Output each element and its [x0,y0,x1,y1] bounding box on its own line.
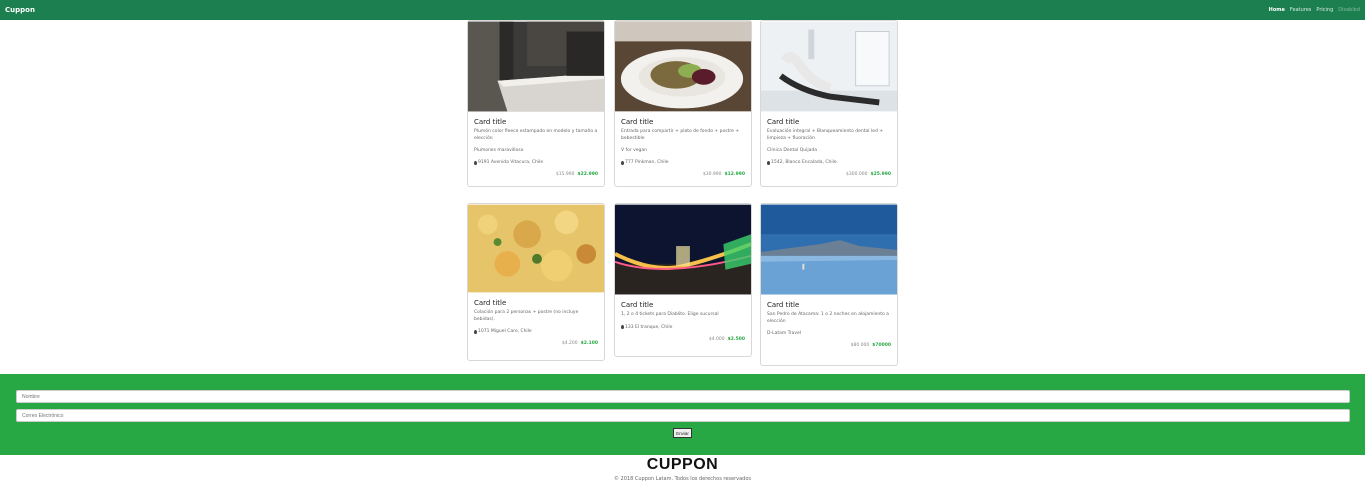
new-price: $25.990 [870,172,892,177]
coupon-card[interactable]: Card title 1, 2 o 4 tickets para Diablit… [614,203,752,357]
name-input[interactable] [16,390,1350,403]
old-price: $15.990 [555,172,575,177]
coupon-card[interactable]: Card title Entrada para compartir + plat… [614,20,752,187]
map-marker-icon [474,160,477,165]
nav-disabled: Disabled [1338,7,1360,13]
address-text: 133 El tranque, Chile [625,324,673,330]
old-price: $30.990 [702,172,722,177]
send-button[interactable]: Enviar [673,428,692,438]
coupon-card[interactable]: Card title Colación para 2 personas + po… [467,203,605,361]
card-vendor: V for vegan [621,148,648,153]
card-description: Evaluación integral + Blanqueamiento den… [767,129,884,141]
salad-plate-image [615,21,751,112]
footer-logo: CUPPON [646,456,719,473]
contact-form: Enviar [0,374,1365,455]
nav-pricing[interactable]: Pricing [1316,7,1333,13]
card-address: 133 El tranque, Chile [621,325,745,330]
card-title: Card title [474,118,507,126]
brand-logo[interactable]: Cuppon [5,6,35,14]
navbar: Cuppon Home Features Pricing Disabled [0,0,1365,20]
card-description: San Pedro de Atacama: 1 o 2 noches en al… [767,312,889,324]
card-prices: $15.990 $22.990 [474,172,598,177]
card-description: Plumón color fleece estampado en modelo … [474,129,598,141]
address-text: 1071 Miguel Caro, Chile [478,329,532,334]
card-title: Card title [474,299,507,307]
card-address: 1071 Miguel Caro, Chile [474,329,598,334]
coupon-card[interactable]: Card title San Pedro de Atacama: 1 o 2 n… [760,203,898,366]
card-vendor: Clínica Dental Quijada [767,148,817,153]
card-title: Card title [621,301,654,309]
bedroom-image [468,21,604,112]
coupon-card[interactable]: Card title Evaluación integral + Blanque… [760,20,898,187]
old-price: $80.000 [850,343,870,348]
card-title: Card title [621,118,654,126]
old-price: $4.000 [708,336,725,342]
new-price: $12.990 [724,172,746,177]
card-prices: $4.200 $2.100 [474,341,598,346]
email-input[interactable] [16,409,1350,422]
nav-links: Home Features Pricing Disabled [1269,7,1360,13]
card-prices: $4.000 $2.500 [621,337,745,342]
new-price: $70000 [872,343,891,348]
address-text: 1542, Blanco Encalada, Chile. [771,160,839,165]
map-marker-icon [474,329,477,334]
card-title: Card title [767,301,800,309]
card-address: 777 Pinkman, Chile [621,160,745,165]
new-price: $2.500 [727,336,745,342]
footer-copyright: © 2018 Cuppon Latam. Todos los derechos … [613,476,752,482]
coupon-card[interactable]: Card title Plumón color fleece estampado… [467,20,605,187]
new-price: $2.100 [580,341,598,346]
card-title: Card title [767,118,800,126]
map-marker-icon [621,325,624,329]
card-description: Entrada para compartir + plato de fondo … [621,129,740,141]
card-description: Colación para 2 personas + postre (no in… [474,310,579,322]
card-vendor: Plumones maravilloso [474,148,524,153]
address-text: 9191 Avenida Vitacura, Chile [478,160,544,165]
card-description: 1, 2 o 4 tickets para Diablito. Elige su… [621,312,719,317]
address-text: 777 Pinkman, Chile [625,160,669,165]
card-prices: $30.990 $12.990 [621,172,745,177]
nav-home[interactable]: Home [1269,7,1285,13]
card-vendor: D-Latam Travel [767,331,802,336]
amusement-park-image [615,204,751,295]
atacama-landscape-image [761,204,897,295]
old-price: $4.200 [561,341,578,346]
nav-features[interactable]: Features [1290,7,1312,13]
card-prices: $300.000 $25.990 [767,172,891,177]
food-dish-image [468,204,604,293]
map-marker-icon [621,160,624,165]
card-address: 9191 Avenida Vitacura, Chile [474,160,598,165]
card-prices: $80.000 $70000 [767,343,891,348]
old-price: $300.000 [846,172,868,177]
map-marker-icon [767,160,770,165]
new-price: $22.990 [577,172,599,177]
dental-chair-image [761,21,897,112]
card-address: 1542, Blanco Encalada, Chile. [767,160,891,165]
